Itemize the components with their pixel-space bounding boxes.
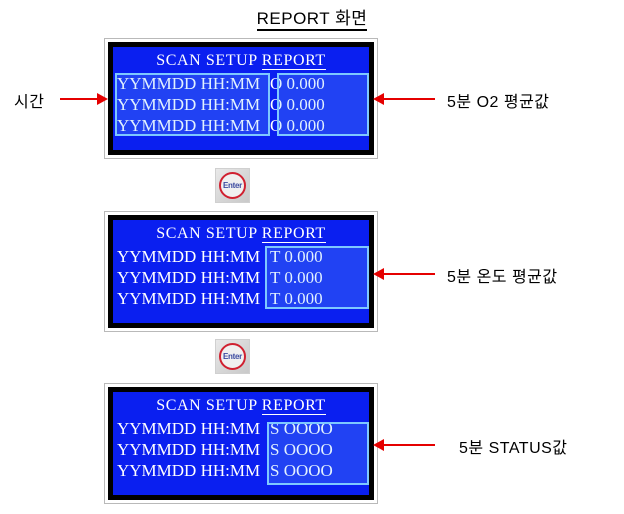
row-value: T 0.000	[270, 247, 323, 266]
lcd-bezel: SCAN SETUP REPORT YYMMDD HH:MM O 0.000 Y…	[108, 42, 374, 155]
table-row[interactable]: YYMMDD HH:MM S OOOO	[117, 460, 369, 481]
lcd-screen: SCAN SETUP REPORT YYMMDD HH:MM S OOOO YY…	[113, 392, 369, 495]
annotation-label-temp-avg: 5분 온도 평균값	[447, 269, 558, 286]
table-row[interactable]: YYMMDD HH:MM O 0.000	[117, 94, 369, 115]
row-timestamp: YYMMDD HH:MM	[117, 419, 261, 438]
annotation-arrow-o2-avg	[373, 93, 435, 105]
table-row[interactable]: YYMMDD HH:MM O 0.000	[117, 73, 369, 94]
page-title-text: REPORT 화면	[256, 9, 368, 31]
row-value: T 0.000	[270, 268, 323, 287]
enter-key-label: Enter	[223, 352, 242, 361]
table-row[interactable]: YYMMDD HH:MM T 0.000	[117, 246, 369, 267]
row-timestamp: YYMMDD HH:MM	[117, 289, 261, 308]
screen-header-active-tab[interactable]: REPORT	[261, 225, 326, 243]
status-report-screen[interactable]: SCAN SETUP REPORT YYMMDD HH:MM S OOOO YY…	[104, 383, 378, 504]
screen-header-prefix: SCAN SETUP	[156, 397, 262, 414]
enter-key-icon: Enter	[219, 172, 246, 199]
screen-header-prefix: SCAN SETUP	[156, 225, 262, 242]
screen-header: SCAN SETUP REPORT	[113, 52, 369, 70]
row-timestamp: YYMMDD HH:MM	[117, 247, 261, 266]
o2-report-screen[interactable]: SCAN SETUP REPORT YYMMDD HH:MM O 0.000 Y…	[104, 38, 378, 159]
table-row[interactable]: YYMMDD HH:MM S OOOO	[117, 418, 369, 439]
enter-key-label: Enter	[223, 181, 242, 190]
row-timestamp: YYMMDD HH:MM	[117, 440, 261, 459]
enter-key-button[interactable]: Enter	[215, 339, 250, 374]
lcd-bezel: SCAN SETUP REPORT YYMMDD HH:MM T 0.000 Y…	[108, 215, 374, 328]
row-timestamp: YYMMDD HH:MM	[117, 74, 261, 93]
table-row[interactable]: YYMMDD HH:MM T 0.000	[117, 267, 369, 288]
row-value: T 0.000	[270, 289, 323, 308]
row-value: O 0.000	[270, 95, 325, 114]
row-value: S OOOO	[270, 419, 333, 438]
screen-header-prefix: SCAN SETUP	[156, 52, 262, 69]
row-timestamp: YYMMDD HH:MM	[117, 116, 261, 135]
screen-header: SCAN SETUP REPORT	[113, 225, 369, 243]
report-row-list: YYMMDD HH:MM S OOOO YYMMDD HH:MM S OOOO …	[117, 418, 369, 481]
row-timestamp: YYMMDD HH:MM	[117, 268, 261, 287]
annotation-arrow-temp-avg	[373, 268, 435, 280]
temperature-report-screen[interactable]: SCAN SETUP REPORT YYMMDD HH:MM T 0.000 Y…	[104, 211, 378, 332]
row-value: O 0.000	[270, 116, 325, 135]
report-row-list: YYMMDD HH:MM O 0.000 YYMMDD HH:MM O 0.00…	[117, 73, 369, 136]
report-screen-diagram: REPORT 화면 SCAN SETUP REPORT YYMMDD HH:MM…	[0, 0, 624, 514]
screen-header-active-tab[interactable]: REPORT	[261, 52, 326, 70]
annotation-label-status-val: 5분 STATUS값	[459, 440, 568, 457]
table-row[interactable]: YYMMDD HH:MM O 0.000	[117, 115, 369, 136]
row-timestamp: YYMMDD HH:MM	[117, 95, 261, 114]
row-value: S OOOO	[270, 440, 333, 459]
annotation-label-o2-avg: 5분 O2 평균값	[447, 94, 550, 111]
annotation-arrow-time	[60, 93, 108, 105]
screen-header-active-tab[interactable]: REPORT	[261, 397, 326, 415]
page-title: REPORT 화면	[0, 4, 624, 31]
enter-key-icon: Enter	[219, 343, 246, 370]
annotation-label-time: 시간	[14, 94, 45, 111]
row-timestamp: YYMMDD HH:MM	[117, 461, 261, 480]
lcd-bezel: SCAN SETUP REPORT YYMMDD HH:MM S OOOO YY…	[108, 387, 374, 500]
annotation-arrow-status-val	[373, 439, 435, 451]
table-row[interactable]: YYMMDD HH:MM S OOOO	[117, 439, 369, 460]
enter-key-button[interactable]: Enter	[215, 168, 250, 203]
lcd-screen: SCAN SETUP REPORT YYMMDD HH:MM T 0.000 Y…	[113, 220, 369, 323]
screen-header: SCAN SETUP REPORT	[113, 397, 369, 415]
report-row-list: YYMMDD HH:MM T 0.000 YYMMDD HH:MM T 0.00…	[117, 246, 369, 309]
table-row[interactable]: YYMMDD HH:MM T 0.000	[117, 288, 369, 309]
row-value: S OOOO	[270, 461, 333, 480]
lcd-screen: SCAN SETUP REPORT YYMMDD HH:MM O 0.000 Y…	[113, 47, 369, 150]
row-value: O 0.000	[270, 74, 325, 93]
